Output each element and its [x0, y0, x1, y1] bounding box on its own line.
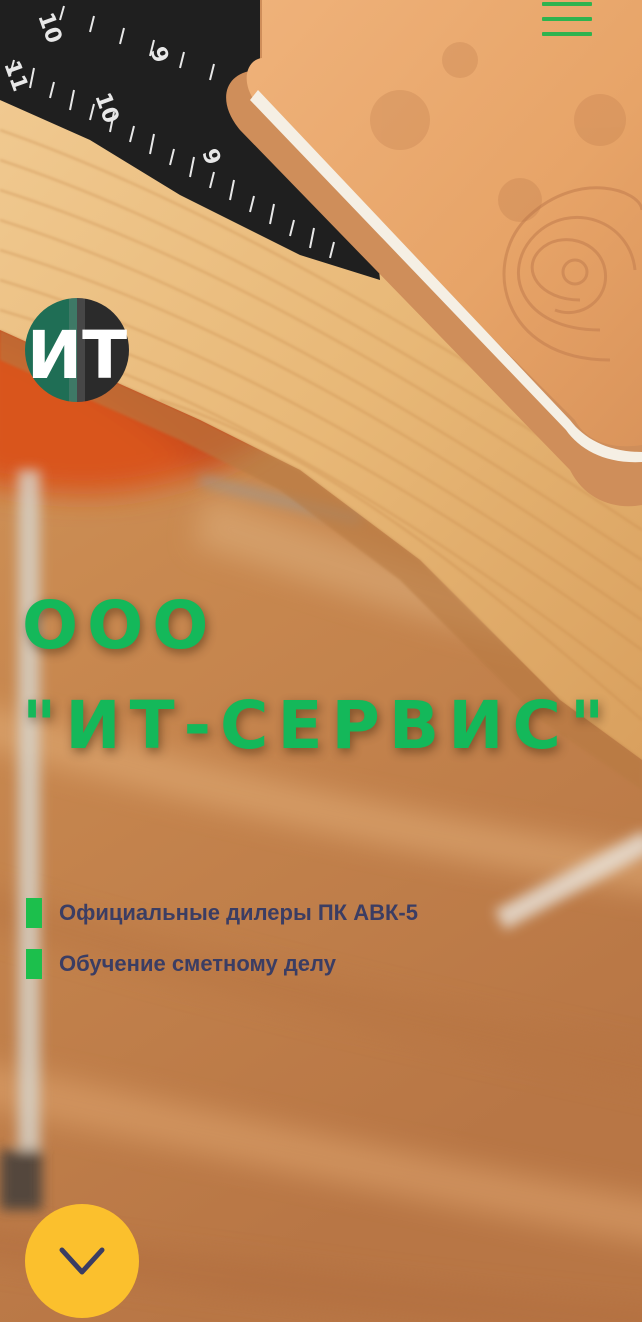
- menu-bar-line: [542, 2, 592, 6]
- logo-text: ИТ: [27, 317, 127, 394]
- scroll-down-button[interactable]: [25, 1204, 139, 1318]
- green-marker-icon: [26, 898, 42, 928]
- feature-item: Официальные дилеры ПК АВК-5: [26, 898, 418, 928]
- company-logo[interactable]: ИТ: [25, 298, 129, 402]
- feature-list: Официальные дилеры ПК АВК-5 Обучение сме…: [26, 898, 418, 1000]
- company-title: ООО "ИТ-СЕРВИС": [22, 576, 632, 776]
- company-title-line2: "ИТ-СЕРВИС": [22, 687, 614, 764]
- feature-label: Обучение сметному делу: [59, 951, 336, 976]
- feature-item: Обучение сметному делу: [26, 949, 418, 979]
- feature-label: Официальные дилеры ПК АВК-5: [59, 900, 418, 925]
- menu-bar-line: [542, 32, 592, 36]
- company-title-line1: ООО: [22, 587, 218, 664]
- green-marker-icon: [26, 949, 42, 979]
- chevron-down-icon: [59, 1247, 105, 1275]
- hamburger-menu-button[interactable]: [538, 0, 596, 40]
- menu-bar-line: [542, 17, 592, 21]
